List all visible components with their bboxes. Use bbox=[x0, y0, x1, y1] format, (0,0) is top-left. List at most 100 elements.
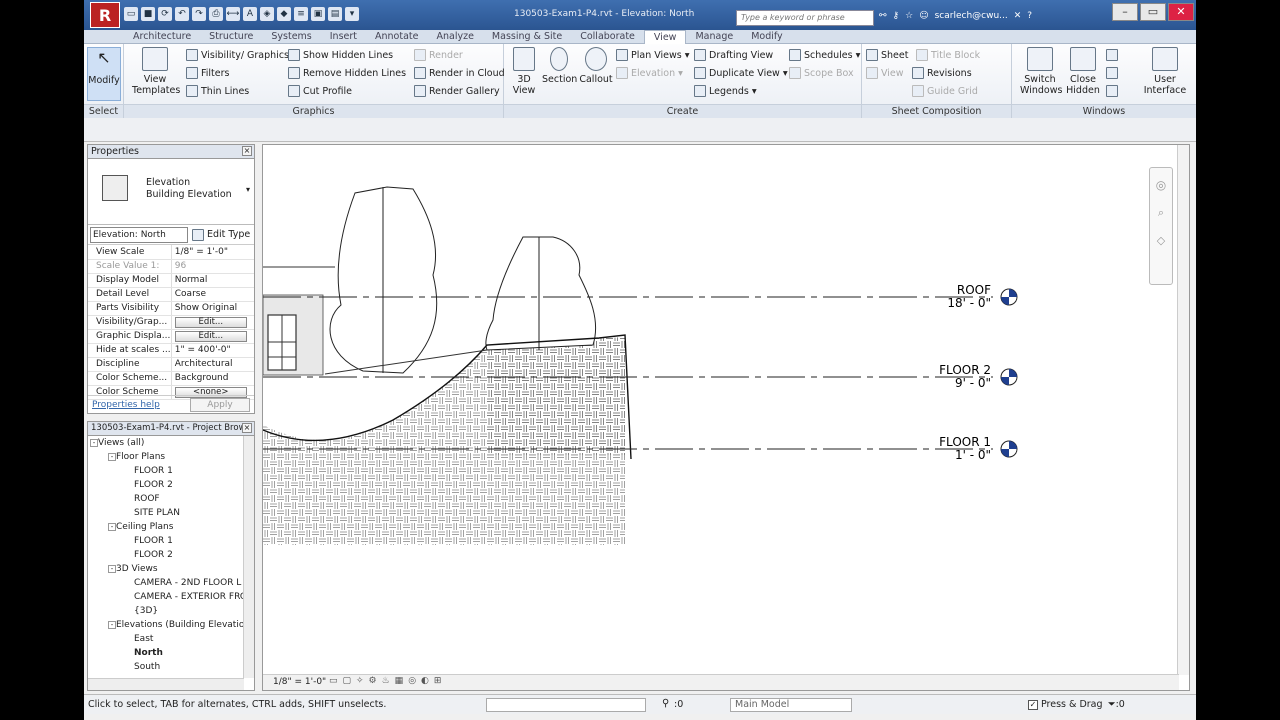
property-row[interactable]: Scale Value 1: 96 bbox=[88, 259, 254, 274]
switch-windows-icon[interactable]: ▤ bbox=[328, 7, 342, 21]
steering-wheel-icon[interactable]: ◎ bbox=[1150, 178, 1172, 192]
design-option-dropdown[interactable]: Main Model bbox=[730, 698, 852, 712]
tab-analyze[interactable]: Analyze bbox=[427, 30, 482, 44]
customize-qat-icon[interactable]: ▾ bbox=[345, 7, 359, 21]
help-icon[interactable]: ? bbox=[1027, 11, 1032, 21]
tree-node[interactable]: CAMERA - 2ND FLOOR L bbox=[88, 576, 244, 590]
property-edit-button[interactable]: Edit... bbox=[174, 316, 247, 328]
property-value[interactable]: Architectural bbox=[175, 359, 233, 369]
level-head-icon[interactable] bbox=[1000, 440, 1018, 458]
zoom-region-icon[interactable]: ◇ bbox=[1150, 234, 1172, 247]
apply-button[interactable]: Apply bbox=[190, 397, 250, 412]
level-elevation[interactable]: 9' - 0" bbox=[955, 376, 991, 390]
thin-lines-icon[interactable]: ≡ bbox=[294, 7, 308, 21]
tab-massing-site[interactable]: Massing & Site bbox=[483, 30, 571, 44]
property-row[interactable]: Visibility/Grap... Edit... bbox=[88, 315, 254, 330]
tab-annotate[interactable]: Annotate bbox=[366, 30, 427, 44]
browser-horizontal-scrollbar[interactable] bbox=[88, 678, 244, 690]
section-icon[interactable]: ◆ bbox=[277, 7, 291, 21]
property-row[interactable]: View Scale 1/8" = 1'-0" bbox=[88, 245, 254, 260]
open-icon[interactable]: ▭ bbox=[124, 7, 138, 21]
undo-icon[interactable]: ↶ bbox=[175, 7, 189, 21]
exchange-icon[interactable]: ✕ bbox=[1014, 11, 1022, 21]
schedules-button[interactable]: Schedules ▾ bbox=[789, 49, 860, 61]
tree-node[interactable]: - Ceiling Plans bbox=[88, 520, 244, 534]
canvas-vertical-scrollbar[interactable] bbox=[1177, 145, 1189, 675]
tree-node[interactable]: FLOOR 2 bbox=[88, 548, 244, 562]
tree-node[interactable]: SITE PLAN bbox=[88, 506, 244, 520]
tab-structure[interactable]: Structure bbox=[200, 30, 262, 44]
maximize-button[interactable]: ▭ bbox=[1140, 3, 1166, 21]
render-button[interactable]: Render bbox=[414, 49, 463, 61]
collapse-icon[interactable]: - bbox=[108, 565, 116, 573]
filters-button[interactable]: Filters bbox=[186, 67, 229, 79]
scope-box-button[interactable]: Scope Box bbox=[789, 67, 854, 79]
view-control-icons[interactable]: ▭▢✧⚙♨▦◎◐⊞ bbox=[329, 676, 446, 686]
tree-node[interactable]: CAMERA - EXTERIOR FRC bbox=[88, 590, 244, 604]
title-block-button[interactable]: Title Block bbox=[916, 49, 980, 61]
instance-filter-dropdown[interactable]: Elevation: North bbox=[90, 226, 188, 243]
close-button[interactable]: ✕ bbox=[1168, 3, 1194, 21]
close-hidden-icon[interactable]: ▣ bbox=[311, 7, 325, 21]
property-value[interactable]: 96 bbox=[175, 261, 186, 271]
user-icon[interactable]: ☺ bbox=[919, 11, 928, 21]
tab-insert[interactable]: Insert bbox=[321, 30, 366, 44]
cut-profile-button[interactable]: Cut Profile bbox=[288, 85, 352, 97]
elevation-button[interactable]: Elevation ▾ bbox=[616, 67, 683, 79]
section-button[interactable]: Section bbox=[542, 47, 577, 85]
print-icon[interactable]: ⎙ bbox=[209, 7, 223, 21]
level-head-icon[interactable] bbox=[1000, 368, 1018, 386]
level-name[interactable]: ROOF bbox=[957, 283, 991, 297]
revisions-button[interactable]: Revisions bbox=[912, 67, 972, 79]
property-value[interactable]: Show Original bbox=[175, 303, 237, 313]
property-row[interactable]: Display Model Normal bbox=[88, 273, 254, 288]
tab-systems[interactable]: Systems bbox=[262, 30, 320, 44]
property-value[interactable]: Background bbox=[175, 373, 229, 383]
show-hidden-lines-button[interactable]: Show Hidden Lines bbox=[288, 49, 393, 61]
browser-vertical-scrollbar[interactable] bbox=[243, 436, 254, 678]
minimize-button[interactable]: – bbox=[1112, 3, 1138, 21]
tree-node[interactable]: East bbox=[88, 632, 244, 646]
tree-node[interactable]: ROOF bbox=[88, 492, 244, 506]
tab-collaborate[interactable]: Collaborate bbox=[571, 30, 644, 44]
property-value[interactable]: 1/8" = 1'-0" bbox=[175, 247, 228, 257]
type-selector[interactable]: Elevation Building Elevation ▾ bbox=[88, 159, 254, 225]
collapse-icon[interactable]: - bbox=[90, 439, 98, 447]
drafting-view-button[interactable]: Drafting View bbox=[694, 49, 773, 61]
text-icon[interactable]: A bbox=[243, 7, 257, 21]
tree-node[interactable]: - Elevations (Building Elevation bbox=[88, 618, 244, 632]
tile-button[interactable] bbox=[1106, 85, 1118, 97]
collapse-icon[interactable]: - bbox=[108, 453, 116, 461]
replicate-button[interactable] bbox=[1106, 49, 1118, 61]
edit-type-button[interactable]: Edit Type bbox=[192, 228, 250, 241]
collapse-icon[interactable]: - bbox=[108, 523, 116, 531]
tab-view[interactable]: View bbox=[643, 30, 687, 44]
view-3d-icon[interactable]: ◈ bbox=[260, 7, 274, 21]
remove-hidden-lines-button[interactable]: Remove Hidden Lines bbox=[288, 67, 406, 79]
redo-icon[interactable]: ↷ bbox=[192, 7, 206, 21]
help-search-input[interactable]: Type a keyword or phrase bbox=[736, 10, 874, 26]
tree-node[interactable]: FLOOR 1 bbox=[88, 464, 244, 478]
editable-only-icon[interactable]: ⚲ bbox=[662, 698, 669, 709]
tree-node[interactable]: FLOOR 2 bbox=[88, 478, 244, 492]
sheet-button[interactable]: Sheet bbox=[866, 49, 908, 61]
tab-manage[interactable]: Manage bbox=[686, 30, 742, 44]
thin-lines-button[interactable]: Thin Lines bbox=[186, 85, 249, 97]
tab-modify[interactable]: Modify bbox=[742, 30, 791, 44]
filter-count[interactable]: ⏷:0 bbox=[1108, 699, 1125, 710]
user-name[interactable]: scarlech@cwu... bbox=[935, 11, 1008, 21]
zoom-icon[interactable]: ⌕ bbox=[1150, 206, 1172, 220]
binoculars-icon[interactable]: ⚯ bbox=[879, 11, 887, 21]
tab-architecture[interactable]: Architecture bbox=[124, 30, 200, 44]
view-3d-button[interactable]: 3D View bbox=[510, 47, 538, 96]
level-name[interactable]: FLOOR 2 bbox=[939, 363, 991, 377]
navigation-bar[interactable]: ◎ ⌕ ◇ bbox=[1149, 167, 1173, 285]
sync-icon[interactable]: ⟳ bbox=[158, 7, 172, 21]
view-button[interactable]: View bbox=[866, 67, 904, 79]
modify-button[interactable]: ↖ Modify bbox=[87, 47, 121, 101]
star-icon[interactable]: ☆ bbox=[905, 11, 913, 21]
duplicate-view-button[interactable]: Duplicate View ▾ bbox=[694, 67, 788, 79]
collapse-icon[interactable]: - bbox=[108, 621, 116, 629]
property-row[interactable]: Detail Level Coarse bbox=[88, 287, 254, 302]
close-hidden-button[interactable]: Close Hidden bbox=[1066, 47, 1100, 96]
